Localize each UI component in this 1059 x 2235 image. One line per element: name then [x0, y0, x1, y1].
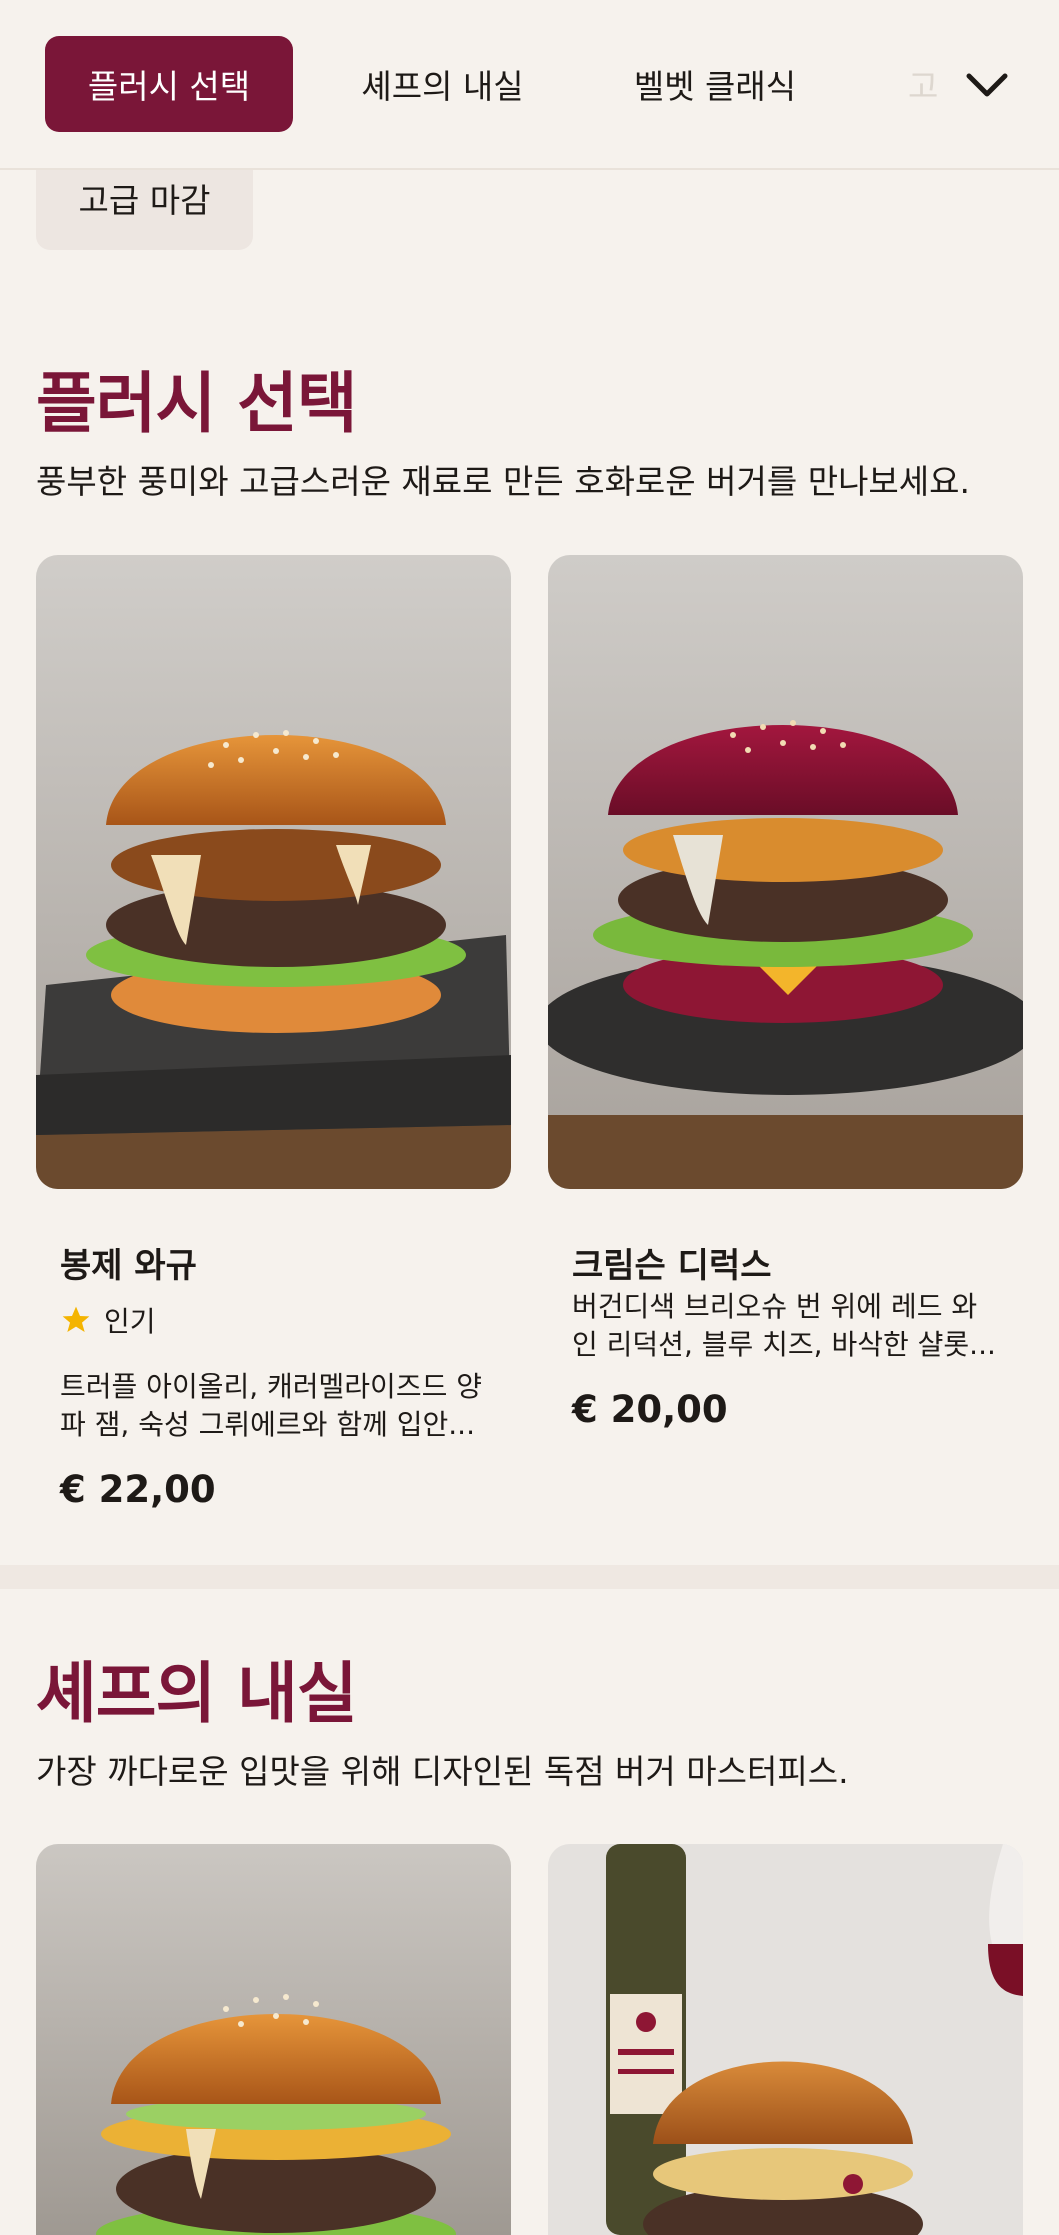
section-description: 풍부한 풍미와 고급스러운 재료로 만든 호화로운 버거를 만나보세요. — [36, 462, 970, 501]
item-image-plush-wagyu[interactable] — [36, 555, 511, 1189]
item-description: 버건디색 브리오슈 번 위에 레드 와인 리덕션, 블루 치즈, 바삭한 샬롯.… — [572, 1290, 996, 1361]
item-description: 트러플 아이올리, 캐러멜라이즈드 양파 잼, 숙성 그뤼에르와 함께 입안..… — [60, 1370, 483, 1441]
section-divider — [0, 1565, 1059, 1589]
tab-plush-selection[interactable]: 플러시 선택 — [45, 36, 293, 132]
category-bar: 플러시 선택 셰프의 내실 벨벳 클래식 고 — [0, 0, 1059, 170]
item-image-chef-burger-2[interactable] — [548, 1844, 1023, 2235]
star-icon — [62, 1306, 90, 1332]
item-price: € 20,00 — [572, 1388, 728, 1431]
badge-label: 인기 — [104, 1305, 156, 1338]
tab-overflow-partial[interactable]: 고 — [850, 36, 970, 132]
popular-badge: 인기 — [60, 1300, 156, 1340]
chevron-down-icon[interactable] — [960, 58, 1014, 112]
section-title: 플러시 선택 — [36, 365, 358, 442]
section-description: 가장 까다로운 입맛을 위해 디자인된 독점 버거 마스터피스. — [36, 1752, 849, 1791]
tab-velvet-classics[interactable]: 벨벳 클래식 — [600, 36, 830, 132]
item-price: € 22,00 — [60, 1468, 216, 1511]
item-name[interactable]: 봉제 와규 — [60, 1238, 197, 1287]
item-image-chef-burger-1[interactable] — [36, 1844, 511, 2235]
item-image-crimson-deluxe[interactable] — [548, 555, 1023, 1189]
item-name[interactable]: 크림슨 디럭스 — [572, 1238, 772, 1287]
tab-chefs-den[interactable]: 셰프의 내실 — [330, 36, 555, 132]
section-title: 셰프의 내실 — [36, 1655, 358, 1732]
